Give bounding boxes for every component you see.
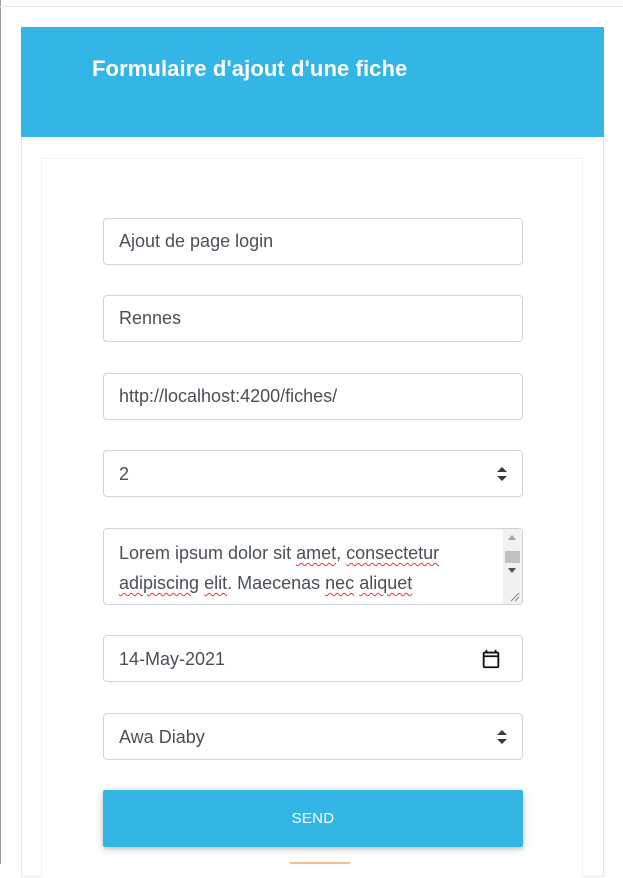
form-body: [41, 158, 583, 878]
number-select-value: 2: [119, 464, 130, 484]
send-button[interactable]: SEND: [103, 790, 523, 847]
person-select-value: Awa Diaby: [119, 727, 205, 747]
number-select[interactable]: 2: [103, 450, 523, 497]
scroll-thumb[interactable]: [505, 551, 520, 563]
description-textarea[interactable]: Lorem ipsum dolor sit amet, consectetur …: [103, 528, 523, 605]
url-input[interactable]: [103, 373, 523, 420]
form-title: Formulaire d'ajout d'une fiche: [92, 56, 408, 81]
calendar-icon[interactable]: [480, 648, 502, 670]
description-line-2: adipiscing elit. Maecenas nec aliquet: [119, 573, 413, 593]
scroll-down-icon[interactable]: [508, 568, 516, 573]
description-line-1: Lorem ipsum dolor sit amet, consectetur: [119, 543, 440, 563]
date-value: 14-May-2021: [119, 649, 226, 669]
city-input[interactable]: [103, 295, 523, 342]
window-edge-left: [0, 0, 1, 864]
sort-arrows-icon: [497, 467, 507, 481]
form-header: Formulaire d'ajout d'une fiche: [21, 27, 604, 137]
resize-grip-icon[interactable]: [509, 591, 520, 602]
title-input[interactable]: [103, 218, 523, 265]
window-edge-top: [0, 6, 623, 7]
scroll-up-icon[interactable]: [508, 535, 516, 540]
date-input[interactable]: 14-May-2021: [103, 635, 523, 682]
description-text: Lorem ipsum dolor sit amet, consectetur …: [119, 538, 489, 598]
sort-arrows-icon: [497, 730, 507, 744]
person-select[interactable]: Awa Diaby: [103, 713, 523, 760]
